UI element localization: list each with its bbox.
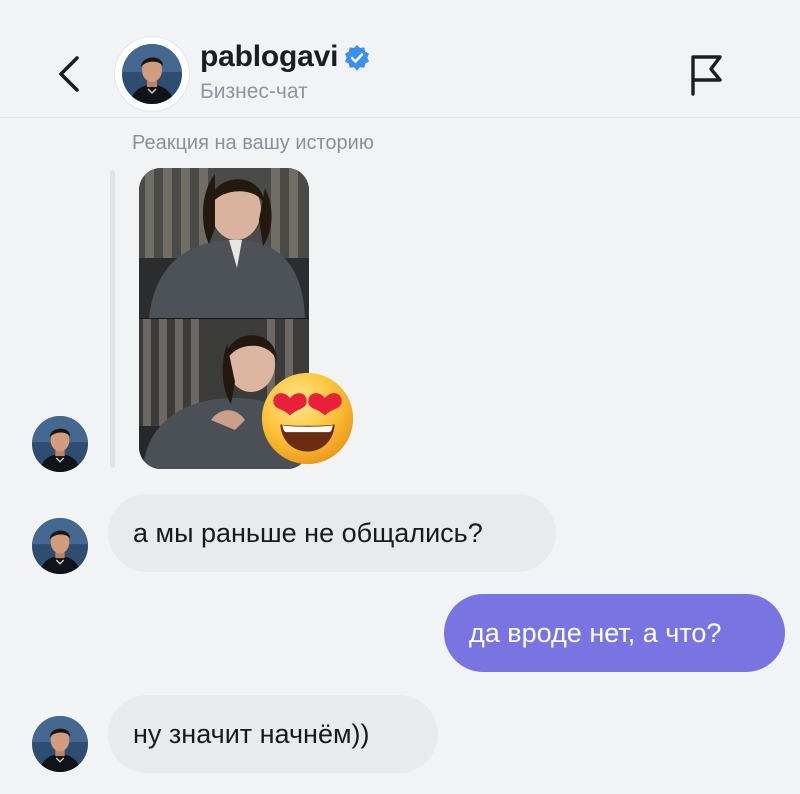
story-reply-rule: [110, 170, 115, 468]
story-reply-caption: Реакция на вашу историю: [132, 132, 374, 154]
message-text: а мы раньше не общались?: [133, 517, 483, 548]
profile-photo: [122, 44, 182, 104]
profile-avatar[interactable]: [115, 37, 189, 111]
sender-avatar[interactable]: [32, 518, 88, 574]
sender-avatar[interactable]: [32, 716, 88, 772]
header-divider: [0, 117, 800, 118]
sender-photo: [32, 518, 88, 574]
sender-photo: [32, 416, 88, 472]
back-button[interactable]: [44, 44, 96, 104]
chat-username[interactable]: pablogavi: [200, 40, 338, 74]
message-bubble-outgoing[interactable]: да вроде нет, а что?: [444, 594, 785, 672]
sender-photo: [32, 716, 88, 772]
heart-eyes-emoji-icon: [261, 372, 354, 465]
chevron-left-icon: [59, 56, 79, 92]
chat-screen: pablogavi Бизнес-чат Реакция на вашу ист…: [0, 0, 800, 794]
verified-badge-icon: [345, 45, 369, 71]
report-button[interactable]: [684, 50, 728, 98]
flag-icon: [691, 55, 722, 96]
message-text: да вроде нет, а что?: [469, 617, 722, 648]
sender-avatar[interactable]: [32, 416, 88, 472]
message-bubble-incoming[interactable]: ну значит начнём)): [108, 695, 438, 773]
chat-subtitle: Бизнес-чат: [200, 80, 308, 103]
message-bubble-incoming[interactable]: а мы раньше не общались?: [108, 494, 556, 572]
message-text: ну значит начнём)): [133, 718, 370, 749]
